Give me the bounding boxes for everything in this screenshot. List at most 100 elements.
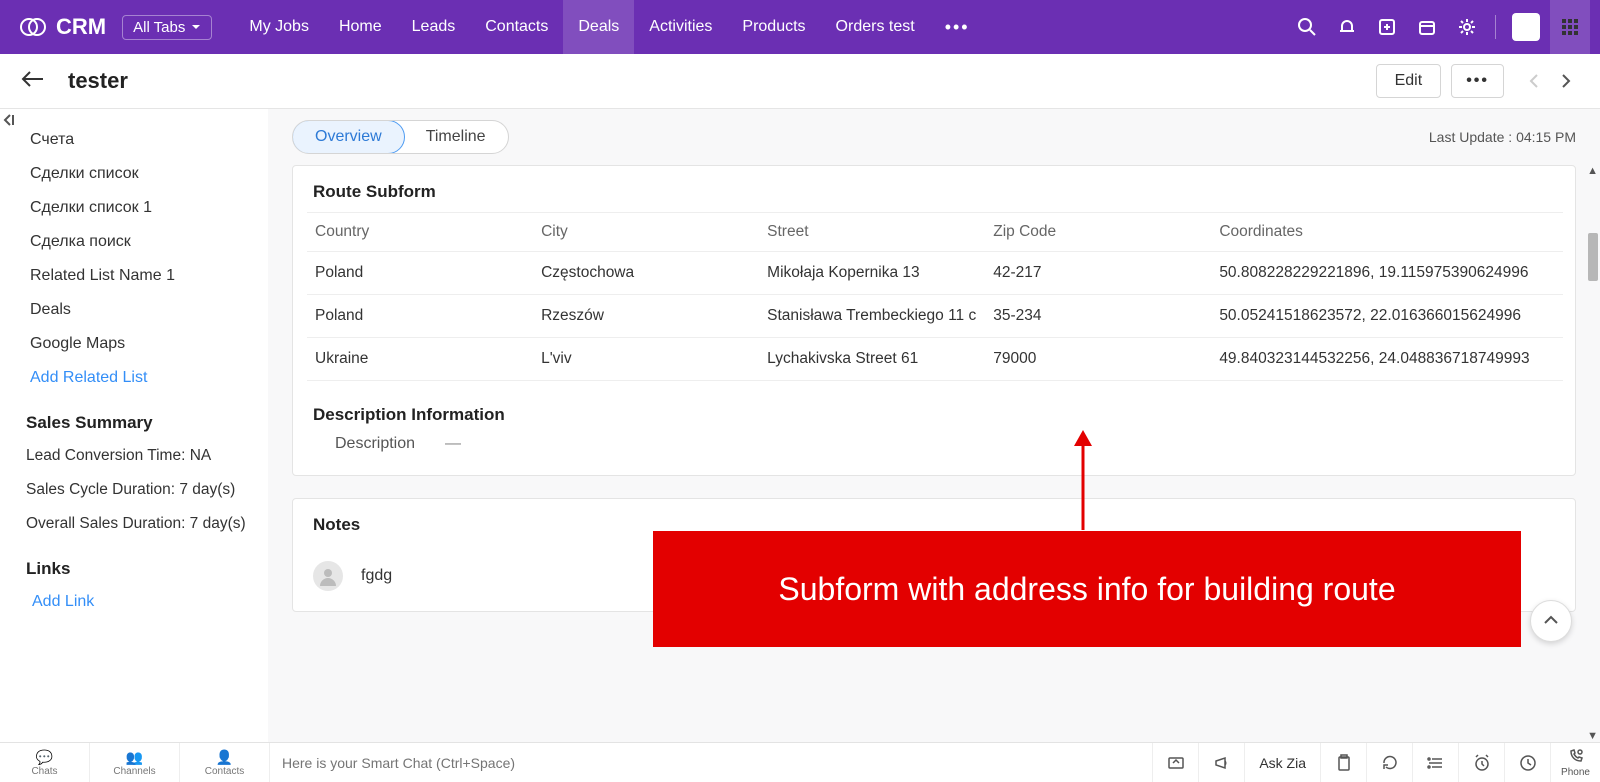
table-row[interactable]: PolandRzeszówStanisława Trembeckiego 11 …	[307, 295, 1563, 338]
column-header: Coordinates	[1211, 213, 1563, 252]
footer-phone-tab[interactable]: Phone	[1550, 743, 1600, 782]
nav-item-my-jobs[interactable]: My Jobs	[234, 0, 324, 54]
description-label: Description	[335, 435, 415, 453]
sidebar-item[interactable]: Google Maps	[0, 327, 268, 361]
tab-timeline[interactable]: Timeline	[404, 121, 508, 153]
sidebar-item[interactable]: Сделки список	[0, 157, 268, 191]
table-cell: Ukraine	[307, 338, 533, 381]
search-icon[interactable]	[1289, 9, 1325, 45]
nav-item-products[interactable]: Products	[727, 0, 820, 54]
page-scroll-thumb[interactable]	[1588, 233, 1598, 281]
footer-tab-channels[interactable]: 👥Channels	[90, 743, 180, 782]
footer-announce-icon[interactable]	[1198, 743, 1244, 782]
phone-gear-icon	[1568, 748, 1584, 767]
table-header-row: CountryCityStreetZip CodeCoordinates	[307, 213, 1563, 252]
smart-chat-input[interactable]	[270, 743, 1152, 782]
footer-clipboard-icon[interactable]	[1320, 743, 1366, 782]
scroll-to-top-button[interactable]	[1530, 600, 1572, 642]
sidebar-item[interactable]: Счета	[0, 123, 268, 157]
column-header: Country	[307, 213, 533, 252]
table-cell: 79000	[985, 338, 1211, 381]
annotation-callout: Subform with address info for building r…	[653, 531, 1521, 647]
topbar: CRM All Tabs My JobsHomeLeadsContactsDea…	[0, 0, 1600, 54]
divider	[1495, 15, 1496, 39]
record-header: tester Edit •••	[0, 54, 1600, 109]
page-scrollbar[interactable]	[1587, 109, 1600, 742]
sidebar-item[interactable]: Deals	[0, 293, 268, 327]
record-title: tester	[68, 68, 128, 94]
nav-item-home[interactable]: Home	[324, 0, 397, 54]
column-header: Street	[759, 213, 985, 252]
nav-item-contacts[interactable]: Contacts	[470, 0, 563, 54]
bell-icon[interactable]	[1329, 9, 1365, 45]
sales-stat: Overall Sales Duration: 7 day(s)	[0, 507, 268, 541]
table-row[interactable]: PolandCzęstochowaMikołaja Kopernika 1342…	[307, 252, 1563, 295]
column-header: Zip Code	[985, 213, 1211, 252]
chevron-down-icon	[191, 19, 201, 36]
sidebar-item[interactable]: Related List Name 1	[0, 259, 268, 293]
footer-share-icon[interactable]	[1152, 743, 1198, 782]
app-logo[interactable]: CRM	[18, 12, 106, 42]
add-icon[interactable]	[1369, 9, 1405, 45]
sidebar-item[interactable]: Сделки список 1	[0, 191, 268, 225]
contacts-icon: 👤	[216, 749, 233, 766]
table-cell: 50.808228229221896, 19.115975390624996	[1211, 252, 1563, 295]
description-heading: Description Information	[293, 405, 1575, 435]
crm-logo-icon	[18, 12, 48, 42]
ask-zia-button[interactable]: Ask Zia	[1244, 743, 1320, 782]
sidebar-item[interactable]: Сделка поиск	[0, 225, 268, 259]
sales-summary-heading: Sales Summary	[0, 395, 268, 439]
footer-tab-contacts[interactable]: 👤Contacts	[180, 743, 270, 782]
chat-icon: 💬	[36, 749, 53, 766]
prev-record-button	[1520, 67, 1548, 95]
topbar-right	[1289, 0, 1590, 54]
note-avatar-icon	[313, 561, 343, 591]
table-row[interactable]: UkraineL'vivLychakivska Street 617900049…	[307, 338, 1563, 381]
more-actions-button[interactable]: •••	[1451, 64, 1504, 98]
subform-table: CountryCityStreetZip CodeCoordinates Pol…	[307, 212, 1563, 381]
footer-tab-chats[interactable]: 💬Chats	[0, 743, 90, 782]
nav-item-deals[interactable]: Deals	[563, 0, 634, 54]
calendar-icon[interactable]	[1409, 9, 1445, 45]
gear-icon[interactable]	[1449, 9, 1485, 45]
footer-refresh-icon[interactable]	[1366, 743, 1412, 782]
add-related-list-link[interactable]: Add Related List	[0, 361, 268, 395]
content-scroll[interactable]: Route Subform CountryCityStreetZip CodeC…	[268, 165, 1600, 742]
back-button[interactable]	[20, 69, 46, 94]
column-header: City	[533, 213, 759, 252]
table-cell: 50.05241518623572, 22.016366015624996	[1211, 295, 1563, 338]
sidebar-collapse-icon[interactable]	[2, 113, 16, 132]
main-layout: СчетаСделки списокСделки список 1Сделка …	[0, 109, 1600, 742]
all-tabs-button[interactable]: All Tabs	[122, 15, 212, 40]
view-row: Overview Timeline Last Update : 04:15 PM	[268, 109, 1600, 165]
next-record-button[interactable]	[1552, 67, 1580, 95]
tab-overview[interactable]: Overview	[292, 120, 405, 154]
main-area: Overview Timeline Last Update : 04:15 PM…	[268, 109, 1600, 742]
footer-recent-icon[interactable]	[1504, 743, 1550, 782]
view-tabs: Overview Timeline	[292, 120, 509, 154]
table-cell: 42-217	[985, 252, 1211, 295]
nav-more-button[interactable]: •••	[930, 0, 985, 54]
edit-button[interactable]: Edit	[1376, 64, 1442, 98]
footer-alarm-icon[interactable]	[1458, 743, 1504, 782]
table-cell: 49.840323144532256, 24.048836718749993	[1211, 338, 1563, 381]
nav-item-activities[interactable]: Activities	[634, 0, 727, 54]
table-cell: Rzeszów	[533, 295, 759, 338]
footer: 💬Chats 👥Channels 👤Contacts Ask Zia Phone	[0, 742, 1600, 782]
subform-title: Route Subform	[293, 182, 1575, 212]
app-launcher-icon[interactable]	[1550, 0, 1590, 54]
description-value: —	[445, 435, 461, 453]
footer-speed-icon[interactable]	[1412, 743, 1458, 782]
table-cell: L'viv	[533, 338, 759, 381]
note-text: fgdg	[361, 567, 392, 585]
main-nav: My JobsHomeLeadsContactsDealsActivitiesP…	[234, 0, 984, 54]
user-avatar[interactable]	[1512, 13, 1540, 41]
nav-item-leads[interactable]: Leads	[397, 0, 471, 54]
annotation-arrow-icon	[1068, 430, 1098, 535]
table-cell: Poland	[307, 252, 533, 295]
nav-item-orders-test[interactable]: Orders test	[821, 0, 930, 54]
route-subform-card: Route Subform CountryCityStreetZip CodeC…	[292, 165, 1576, 476]
table-cell: Lychakivska Street 61	[759, 338, 985, 381]
add-link-link[interactable]: Add Link	[0, 585, 268, 619]
channels-icon: 👥	[126, 749, 143, 766]
